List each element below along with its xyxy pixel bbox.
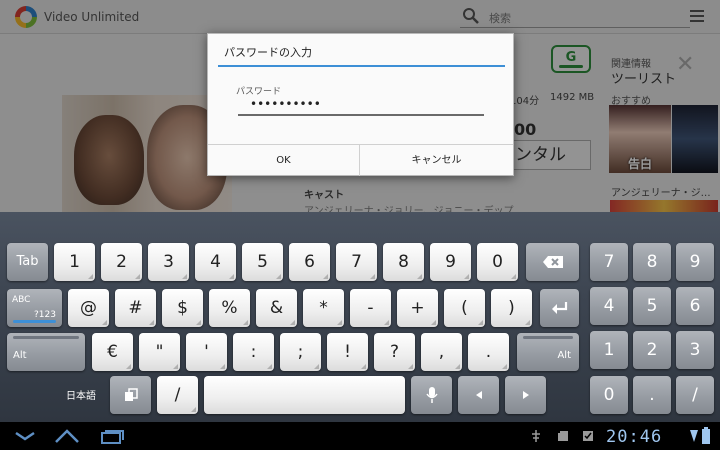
password-dialog: パスワードの入力 パスワード •••••••••• OK キャンセル (207, 33, 514, 176)
system-navigation-bar: 20:46 (0, 422, 720, 450)
cursor-left-key[interactable] (458, 376, 499, 414)
enter-icon (551, 302, 567, 314)
usb-icon (532, 430, 540, 442)
arrow-left-icon (475, 391, 482, 399)
numpad-key-period[interactable]: . (633, 376, 671, 414)
key-colon[interactable]: : (233, 333, 274, 371)
key-at[interactable]: @ (68, 289, 109, 327)
key-slash[interactable]: / (157, 376, 198, 414)
key-hash[interactable]: # (115, 289, 156, 327)
language-label[interactable]: 日本語 (66, 387, 96, 402)
numpad-key-7[interactable]: 7 (590, 243, 628, 281)
key-asterisk[interactable]: * (303, 289, 344, 327)
key-minus[interactable]: - (350, 289, 391, 327)
alt-key-right-label: Alt (557, 350, 571, 361)
numpad-key-5[interactable]: 5 (633, 287, 671, 325)
numpad-key-slash[interactable]: / (676, 376, 714, 414)
key-euro[interactable]: € (92, 333, 133, 371)
numpad-key-9[interactable]: 9 (676, 243, 714, 281)
clock[interactable]: 20:46 (606, 427, 662, 447)
password-input-underline (238, 114, 484, 116)
password-input[interactable]: •••••••••• (238, 94, 484, 116)
dialog-title-divider (218, 65, 505, 67)
notification-icon[interactable] (557, 430, 569, 442)
key-comma[interactable]: , (421, 333, 462, 371)
key-double-quote[interactable]: " (139, 333, 180, 371)
key-2[interactable]: 2 (101, 243, 142, 281)
backspace-icon (542, 256, 563, 268)
key-1[interactable]: 1 (54, 243, 95, 281)
abc-symbol-toggle-key[interactable]: ABC ?123 (7, 289, 62, 327)
symbol-label: ?123 (34, 310, 56, 320)
symbol-mode-indicator (13, 320, 56, 323)
alt-key-indicator (13, 336, 79, 339)
key-ampersand[interactable]: & (256, 289, 297, 327)
alt-key-right[interactable]: Alt (517, 333, 579, 371)
key-8[interactable]: 8 (383, 243, 424, 281)
key-period[interactable]: . (468, 333, 509, 371)
numpad-key-2[interactable]: 2 (633, 331, 671, 369)
abc-label: ABC (12, 295, 31, 305)
enter-key[interactable] (540, 289, 579, 327)
key-dollar[interactable]: $ (162, 289, 203, 327)
backspace-key[interactable] (526, 243, 579, 281)
dialog-title: パスワードの入力 (224, 46, 312, 59)
space-key[interactable] (204, 376, 405, 414)
numpad-key-3[interactable]: 3 (676, 331, 714, 369)
copy-icon (124, 388, 138, 401)
key-5[interactable]: 5 (242, 243, 283, 281)
arrow-right-icon (522, 391, 529, 399)
wifi-icon (690, 430, 698, 442)
numpad-key-1[interactable]: 1 (590, 331, 628, 369)
key-0[interactable]: 0 (477, 243, 518, 281)
key-3[interactable]: 3 (148, 243, 189, 281)
voice-input-key[interactable] (411, 376, 452, 414)
key-plus[interactable]: + (397, 289, 438, 327)
numpad-key-4[interactable]: 4 (590, 287, 628, 325)
key-4[interactable]: 4 (195, 243, 236, 281)
key-9[interactable]: 9 (430, 243, 471, 281)
key-percent[interactable]: % (209, 289, 250, 327)
cancel-button[interactable]: キャンセル (360, 145, 513, 176)
soft-keyboard: Tab 1 2 3 4 5 6 7 8 9 0 ABC ?123 @ # $ %… (0, 212, 720, 422)
alt-key-left[interactable]: Alt (7, 333, 85, 371)
download-complete-icon[interactable] (582, 430, 594, 442)
tab-key[interactable]: Tab (7, 243, 48, 281)
key-6[interactable]: 6 (289, 243, 330, 281)
cursor-right-key[interactable] (505, 376, 546, 414)
key-exclamation[interactable]: ! (327, 333, 368, 371)
microphone-icon (425, 387, 438, 403)
input-switch-key[interactable] (110, 376, 151, 414)
key-single-quote[interactable]: ' (186, 333, 227, 371)
ok-button[interactable]: OK (208, 145, 360, 176)
numpad-key-0[interactable]: 0 (590, 376, 628, 414)
hide-keyboard-icon[interactable] (10, 426, 40, 446)
alt-key-left-label: Alt (13, 350, 27, 361)
numpad-key-8[interactable]: 8 (633, 243, 671, 281)
battery-icon (702, 427, 710, 444)
numpad-key-6[interactable]: 6 (676, 287, 714, 325)
key-right-paren[interactable]: ) (491, 289, 532, 327)
key-7[interactable]: 7 (336, 243, 377, 281)
key-question[interactable]: ? (374, 333, 415, 371)
key-semicolon[interactable]: ; (280, 333, 321, 371)
alt-key-indicator (523, 336, 573, 339)
key-left-paren[interactable]: ( (444, 289, 485, 327)
home-icon[interactable] (52, 426, 82, 446)
recent-apps-icon[interactable] (97, 426, 127, 446)
